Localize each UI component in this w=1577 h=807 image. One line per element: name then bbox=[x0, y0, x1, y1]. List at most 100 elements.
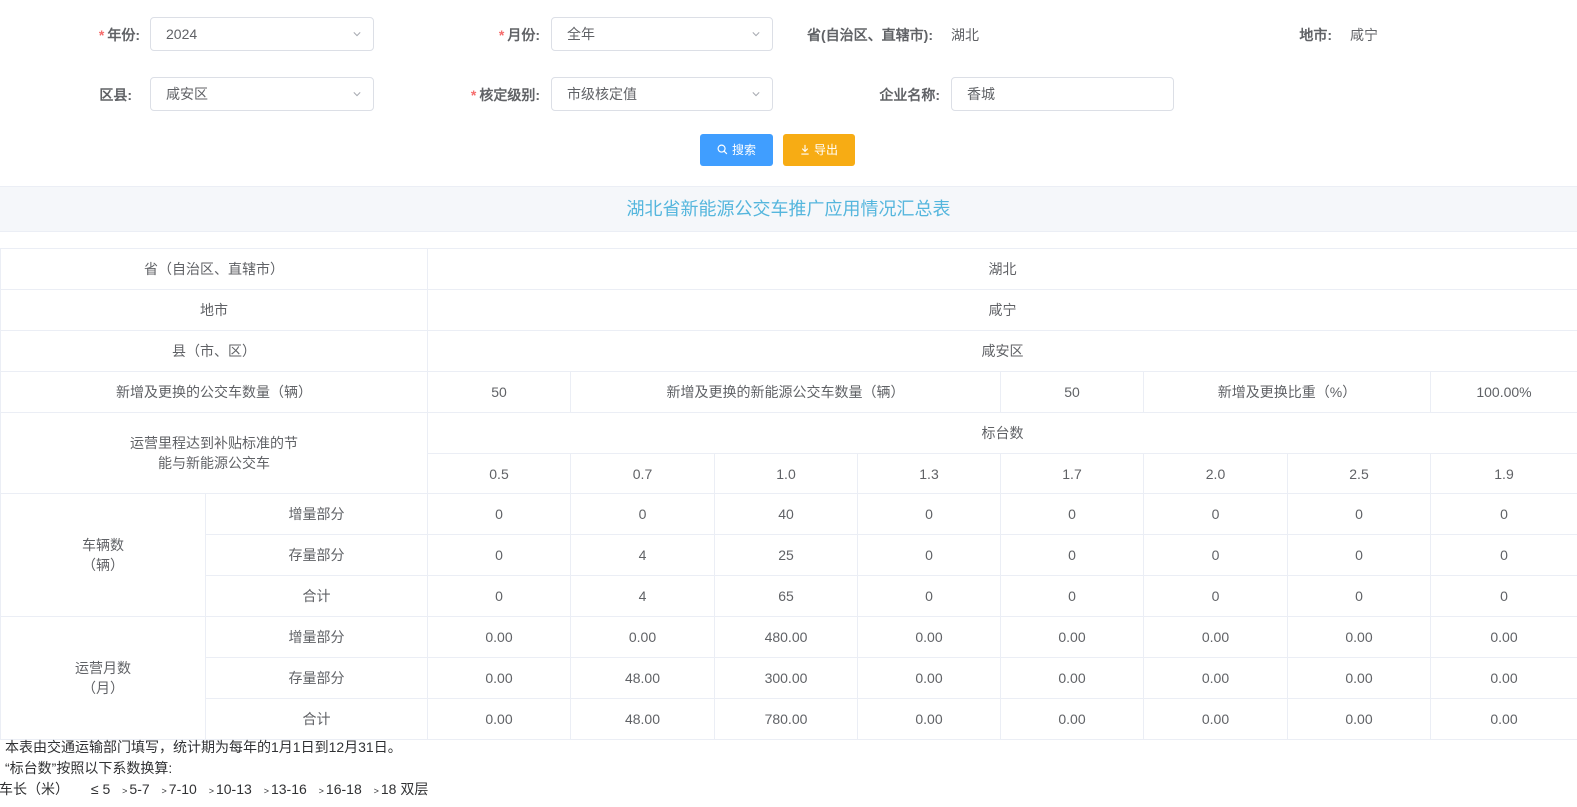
summary-table: 省（自治区、直辖市） 湖北 地市 咸宁 县（市、区） 咸安区 新增及更换的公交车… bbox=[0, 248, 1577, 740]
level-select[interactable]: 市级核定值 bbox=[551, 77, 773, 111]
city-row: 地市 咸宁 bbox=[0, 289, 1577, 331]
coefficient-legend: 车长（米） ≤ 5 >5-7 >7-10 >10-13 >13-16 >16-1… bbox=[0, 781, 429, 797]
county-select[interactable]: 咸安区 bbox=[150, 77, 374, 111]
chevron-down-icon bbox=[752, 32, 760, 37]
table-cell: 4 bbox=[570, 575, 715, 617]
table-cell: 0.00 bbox=[857, 657, 1001, 699]
row-label: 合计 bbox=[205, 698, 428, 740]
new-ne-bus-value: 50 bbox=[1000, 371, 1144, 413]
table-cell: 0 bbox=[570, 493, 715, 535]
table-cell: 0.00 bbox=[1430, 616, 1577, 658]
mileage-label: 运营里程达到补贴标准的节 能与新能源公交车 bbox=[0, 412, 428, 494]
table-cell: 0.00 bbox=[1287, 616, 1431, 658]
table-cell: 48.00 bbox=[570, 657, 715, 699]
table-cell: 0.00 bbox=[1143, 698, 1288, 740]
report-title: 湖北省新能源公交车推广应用情况汇总表 bbox=[0, 186, 1577, 232]
coefficient-cell: 1.7 bbox=[1000, 453, 1144, 494]
year-select-value: 2024 bbox=[166, 26, 198, 42]
new-bus-value: 50 bbox=[427, 371, 571, 413]
month-select-value: 全年 bbox=[567, 26, 595, 42]
row-label: 存量部分 bbox=[205, 534, 428, 576]
row-label: 增量部分 bbox=[205, 493, 428, 535]
county-select-value: 咸安区 bbox=[166, 86, 208, 102]
table-cell: 0.00 bbox=[1287, 657, 1431, 699]
vehicles-increment-row: 车辆数 （辆） 增量部分 0 0 40 0 0 0 0 0 bbox=[0, 493, 1577, 617]
table-cell: 0 bbox=[857, 575, 1001, 617]
vehicles-total-row: 合计 0 4 65 0 0 0 0 0 bbox=[1, 575, 1577, 617]
company-input-value: 香城 bbox=[967, 86, 995, 102]
year-label: * 年份: bbox=[98, 27, 140, 43]
note-line-2: “标台数”按照以下系数换算: bbox=[5, 760, 173, 776]
export-button[interactable]: 导出 bbox=[783, 134, 855, 166]
note-line-1: 本表由交通运输部门填写，统计期为每年的1月1日到12月31日。 bbox=[5, 739, 402, 755]
table-cell: 0 bbox=[1430, 575, 1577, 617]
standard-units-row: 运营里程达到补贴标准的节 能与新能源公交车 标台数 bbox=[0, 412, 1577, 494]
month-select[interactable]: 全年 bbox=[551, 17, 773, 51]
table-cell: 0.00 bbox=[1143, 657, 1288, 699]
table-cell: 25 bbox=[714, 534, 858, 576]
range-item: 16-18 bbox=[325, 781, 362, 797]
table-cell: 0 bbox=[427, 534, 571, 576]
table-cell: 0 bbox=[1287, 575, 1431, 617]
export-button-label: 导出 bbox=[813, 143, 838, 157]
table-cell: 0 bbox=[857, 534, 1001, 576]
length-label: 车长（米） bbox=[0, 781, 69, 797]
new-ne-bus-label: 新增及更换的新能源公交车数量（辆） bbox=[570, 371, 1001, 413]
table-cell: 0.00 bbox=[1430, 657, 1577, 699]
months-group-label: 运营月数 （月） bbox=[0, 616, 206, 740]
table-cell: 0.00 bbox=[1287, 698, 1431, 740]
ratio-label: 新增及更换比重（%） bbox=[1143, 371, 1431, 413]
table-cell: 0.00 bbox=[1000, 698, 1144, 740]
province-cell-value: 湖北 bbox=[427, 248, 1577, 290]
chevron-down-icon bbox=[752, 92, 760, 97]
company-label: 企业名称: bbox=[879, 87, 940, 103]
province-cell-label: 省（自治区、直辖市） bbox=[0, 248, 428, 290]
months-stock-row: 存量部分 0.00 48.00 300.00 0.00 0.00 0.00 0.… bbox=[1, 657, 1577, 699]
table-notes: 本表由交通运输部门填写，统计期为每年的1月1日到12月31日。 “标台数”按照以… bbox=[0, 737, 436, 800]
new-bus-row: 新增及更换的公交车数量（辆） 50 新增及更换的新能源公交车数量（辆） 50 新… bbox=[0, 371, 1577, 413]
table-cell: 0 bbox=[1430, 534, 1577, 576]
province-row: 省（自治区、直辖市） 湖北 bbox=[0, 248, 1577, 290]
table-cell: 0.00 bbox=[857, 616, 1001, 658]
search-icon bbox=[717, 144, 728, 155]
coefficient-cell: 1.9 bbox=[1430, 453, 1577, 494]
search-button[interactable]: 搜索 bbox=[700, 134, 773, 166]
table-cell: 0 bbox=[1287, 534, 1431, 576]
table-cell: 0.00 bbox=[427, 616, 571, 658]
year-select[interactable]: 2024 bbox=[150, 17, 374, 51]
range-item: 10-13 bbox=[215, 781, 252, 797]
table-cell: 65 bbox=[714, 575, 858, 617]
coefficient-cell: 0.5 bbox=[427, 453, 571, 494]
row-label: 合计 bbox=[205, 575, 428, 617]
province-value: 湖北 bbox=[951, 27, 979, 43]
range-item: 5-7 bbox=[129, 781, 150, 797]
table-cell: 0.00 bbox=[1143, 616, 1288, 658]
table-cell: 0 bbox=[1287, 493, 1431, 535]
table-cell: 0.00 bbox=[427, 698, 571, 740]
table-cell: 0 bbox=[1000, 575, 1144, 617]
coefficient-cell: 2.5 bbox=[1287, 453, 1431, 494]
table-cell: 0 bbox=[1000, 493, 1144, 535]
city-cell-label: 地市 bbox=[0, 289, 428, 331]
table-cell: 0 bbox=[1430, 493, 1577, 535]
range-item: 18 双层 bbox=[380, 781, 429, 797]
table-cell: 300.00 bbox=[714, 657, 858, 699]
range-item: 13-16 bbox=[270, 781, 307, 797]
month-label: * 月份: bbox=[498, 27, 540, 43]
county-label: 区县: bbox=[99, 87, 132, 103]
chevron-down-icon bbox=[353, 32, 361, 37]
table-cell: 40 bbox=[714, 493, 858, 535]
new-bus-label: 新增及更换的公交车数量（辆） bbox=[0, 371, 428, 413]
search-button-label: 搜索 bbox=[731, 143, 756, 157]
table-cell: 0.00 bbox=[570, 616, 715, 658]
vehicles-stock-row: 存量部分 0 4 25 0 0 0 0 0 bbox=[1, 534, 1577, 576]
company-input[interactable]: 香城 bbox=[951, 77, 1174, 111]
county-row: 县（市、区） 咸安区 bbox=[0, 330, 1577, 372]
coefficient-cell: 1.0 bbox=[714, 453, 858, 494]
table-cell: 0 bbox=[1143, 575, 1288, 617]
coefficient-cell: 1.3 bbox=[857, 453, 1001, 494]
table-cell: 0.00 bbox=[427, 657, 571, 699]
chevron-down-icon bbox=[353, 92, 361, 97]
table-cell: 780.00 bbox=[714, 698, 858, 740]
table-cell: 4 bbox=[570, 534, 715, 576]
